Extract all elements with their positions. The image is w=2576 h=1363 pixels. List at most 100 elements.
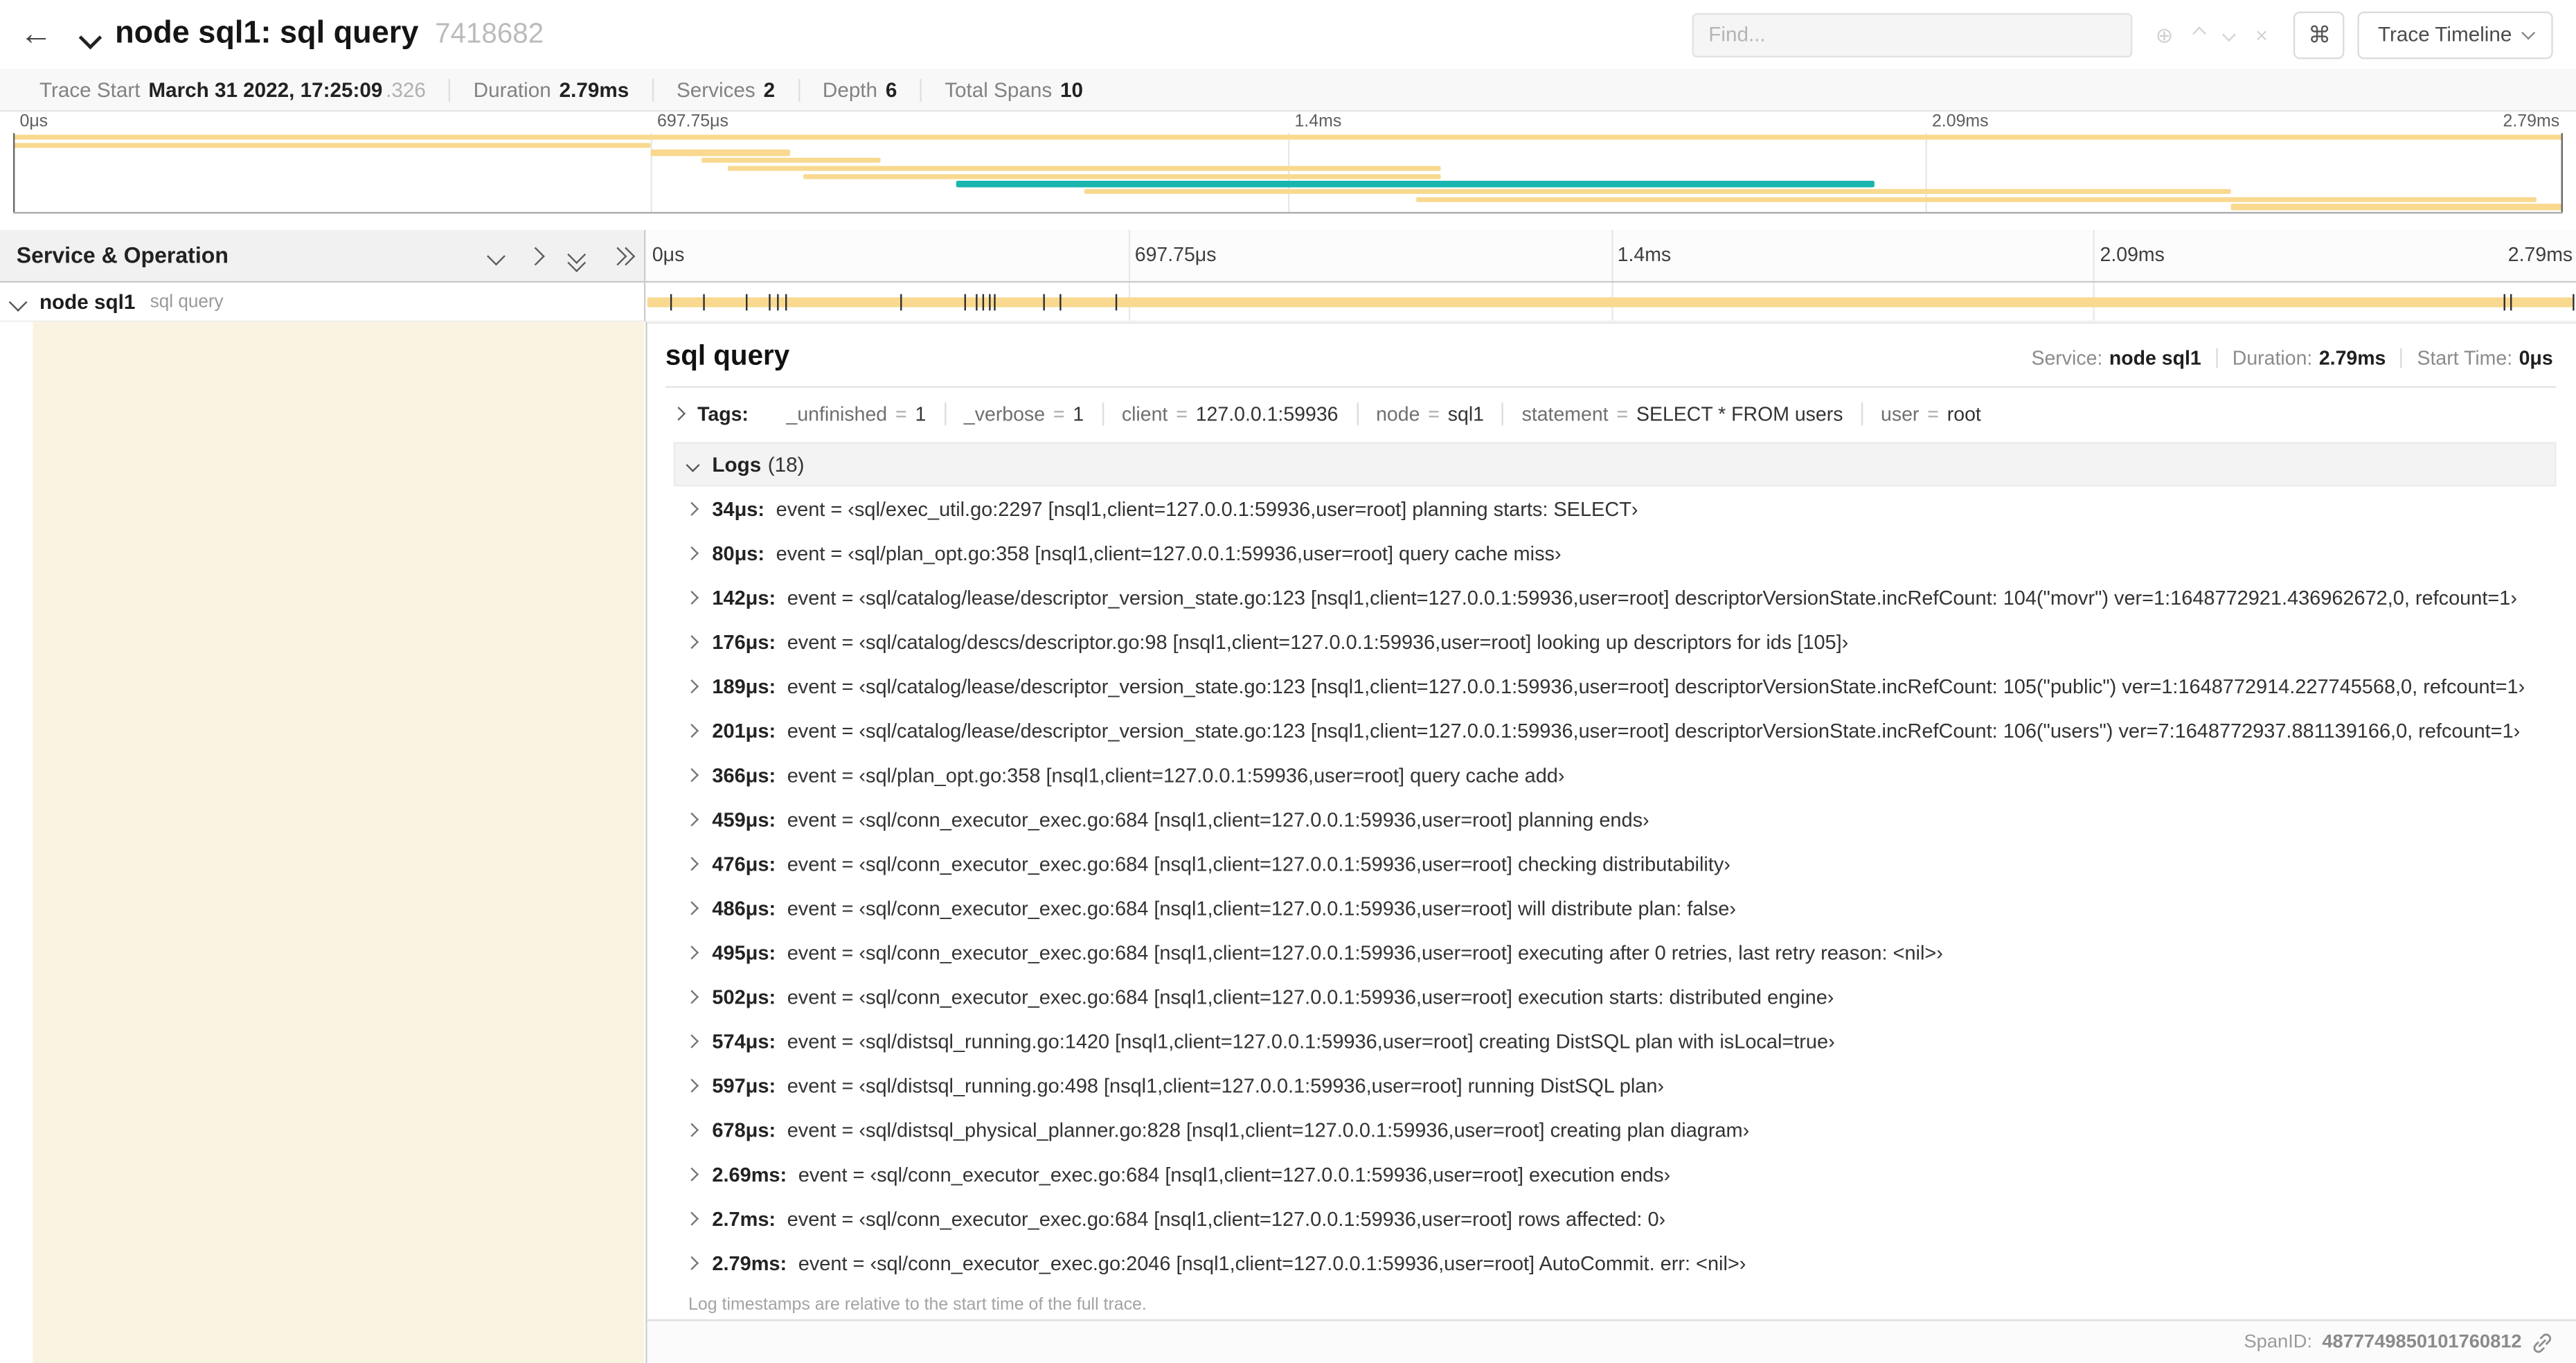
span-id-value: 4877749850101760812 [2322,1333,2522,1353]
log-row[interactable]: 2.79ms: event = ‹sql/conn_executor_exec.g… [674,1240,2557,1285]
collapse-trace-icon[interactable] [78,26,102,50]
find-input[interactable] [1692,12,2133,57]
range-scrubber-left[interactable] [12,133,15,213]
span-indent-guide [33,321,644,1363]
minimap[interactable] [12,133,2563,214]
log-row[interactable]: 495μs: event = ‹sql/conn_executor_exec.go… [674,930,2557,974]
span-row-name[interactable]: node sql1 sql query [0,283,646,322]
tag-value: sql1 [1447,402,1485,426]
chevron-right-icon [684,945,698,959]
log-row[interactable]: 459μs: event = ‹sql/conn_executor_exec.go… [674,797,2557,841]
log-marker [670,294,672,311]
log-marker [900,294,902,311]
time-tick-label: 2.09ms [1931,112,1989,132]
circle-plus-icon[interactable]: ⊕ [2156,24,2174,45]
minimap-span-bar [956,181,1875,187]
log-row[interactable]: 476μs: event = ‹sql/conn_executor_exec.go… [674,841,2557,886]
summary-label: Depth [822,78,878,101]
range-scrubber-right[interactable] [2561,133,2563,213]
log-row[interactable]: 80μs: event = ‹sql/plan_opt.go:358 [nsql1… [674,531,2557,575]
chevron-right-icon [684,812,698,826]
gridline [1611,230,1613,281]
clear-search-icon[interactable]: × [2255,24,2268,45]
tag-value: 127.0.0.1:59936 [1195,402,1339,426]
collapse-all-icon[interactable] [567,244,587,271]
page-title: node sql1: sql query 7418682 [115,17,544,53]
log-row[interactable]: 366μs: event = ‹sql/plan_opt.go:358 [nsql… [674,753,2557,797]
chevron-right-icon [684,679,698,693]
log-row[interactable]: 2.69ms: event = ‹sql/conn_executor_exec.g… [674,1152,2557,1196]
tag-equals: = [1053,402,1065,426]
minimap-span-bar [1415,196,2538,202]
summary-suffix: .326 [386,78,426,101]
summary-label: Services [677,78,755,101]
trace-view-select[interactable]: Trace Timeline [2358,10,2553,59]
log-marker [2503,294,2505,311]
chevron-right-icon [684,1123,698,1137]
summary-item: Total Spans 10 [920,78,1107,101]
span-row-timeline[interactable] [645,283,2576,322]
log-row[interactable]: 502μs: event = ‹sql/conn_executor_exec.go… [674,974,2557,1019]
log-row[interactable]: 2.7ms: event = ‹sql/conn_executor_exec.go… [674,1196,2557,1240]
service-label: Service: [2031,346,2103,370]
log-row[interactable]: 34μs: event = ‹sql/exec_util.go:2297 [nsq… [674,486,2557,531]
log-marker [1059,294,1062,311]
link-icon[interactable] [2532,1332,2553,1353]
log-row[interactable]: 176μs: event = ‹sql/catalog/descs/descrip… [674,619,2557,663]
expand-one-icon[interactable] [526,246,545,265]
log-marker [1043,294,1046,311]
time-tick-label: 0μs [652,243,685,267]
log-timestamp: 34μs: [712,497,765,520]
log-row[interactable]: 486μs: event = ‹sql/conn_executor_exec.go… [674,886,2557,930]
service-operation-header: Service & Operation [0,230,646,281]
log-row[interactable]: 678μs: event = ‹sql/distsql_physical_plan… [674,1107,2557,1152]
log-marker [964,294,966,311]
chevron-down-icon [2521,26,2536,40]
log-text: event = ‹sql/conn_executor_exec.go:684 [… [787,896,1736,920]
logs-header[interactable]: Logs (18) [673,442,2557,487]
back-button[interactable]: ← [0,0,72,71]
log-row[interactable]: 201μs: event = ‹sql/catalog/lease/descrip… [674,709,2557,753]
tags-row[interactable]: Tags: _unfinished = 1 _verbose = 1 client = 127.… [665,388,2557,439]
gridline [1128,230,1130,281]
command-icon: ⌘ [2308,20,2332,47]
jaeger-trace-page: ← node sql1: sql query 7418682 ⊕ × ⌘ Tra… [0,0,2576,1363]
log-timestamp: 495μs: [712,941,776,964]
collapse-one-icon[interactable] [487,246,506,265]
prev-result-icon[interactable] [2192,28,2206,42]
duration-label: Duration: [2232,346,2313,370]
duration-value: 2.79ms [2318,346,2386,370]
chevron-right-icon [684,1078,698,1092]
log-timestamp: 678μs: [712,1118,776,1141]
chevron-down-icon [8,292,28,311]
minimap-span-bar [2231,204,2563,210]
span-detail-header: sql query Service: node sql1 Duration: 2… [665,335,2557,388]
tag-equals: = [895,402,907,426]
service-value: node sql1 [2109,346,2201,370]
time-tick-label: 2.79ms [2503,112,2560,132]
trace-view-label: Trace Timeline [2378,23,2512,46]
summary-item: Duration 2.79ms [449,78,652,101]
chevron-right-icon [684,1167,698,1181]
log-text: event = ‹sql/conn_executor_exec.go:684 [… [787,1206,1666,1230]
log-marker [976,294,978,311]
logs-note: Log timestamps are relative to the start… [688,1294,1147,1315]
chevron-right-icon [684,901,698,914]
tag-value: SELECT * FROM users [1636,402,1843,426]
next-result-icon[interactable] [2223,28,2236,42]
log-row[interactable]: 574μs: event = ‹sql/distsql_running.go:14… [674,1019,2557,1063]
log-row[interactable]: 142μs: event = ‹sql/catalog/lease/descrip… [674,575,2557,619]
trace-title-text: node sql1: sql query [115,16,419,51]
span-id-label: SpanID: [2244,1333,2313,1353]
log-row[interactable]: 597μs: event = ‹sql/distsql_running.go:49… [674,1063,2557,1107]
tag-item: _verbose = 1 [944,402,1102,426]
service-operation-title: Service & Operation [16,243,229,268]
summary-label: Trace Start [39,78,141,101]
expand-all-icon[interactable] [608,246,636,265]
tag-item: _unfinished = 1 [768,402,944,425]
tag-key: _verbose [963,402,1046,426]
tags-label: Tags: [697,402,749,426]
keyboard-shortcuts-button[interactable]: ⌘ [2294,10,2345,59]
log-row[interactable]: 189μs: event = ‹sql/catalog/lease/descrip… [674,663,2557,708]
time-tick-label: 697.75μs [1134,243,1217,267]
